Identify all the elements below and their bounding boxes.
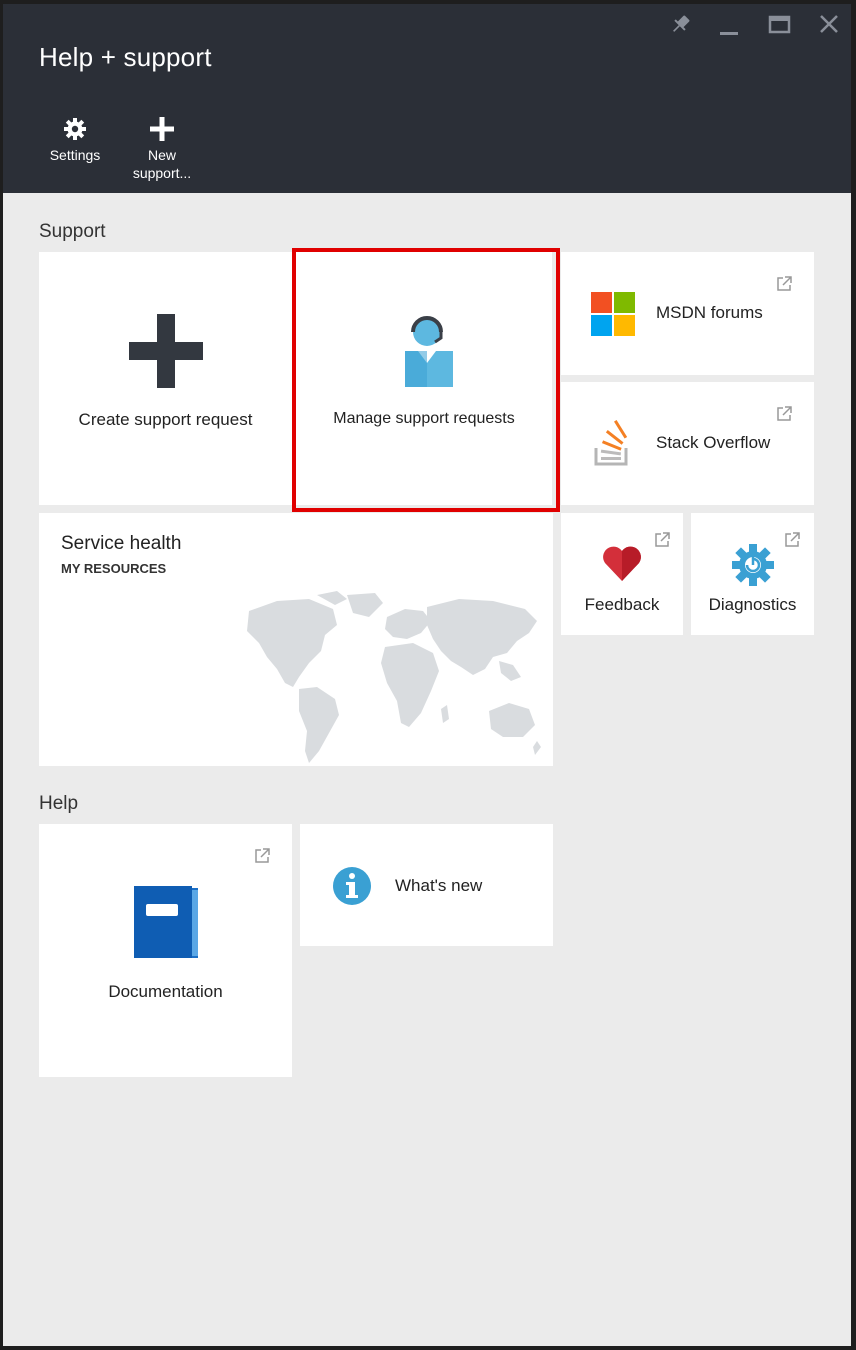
stack-overflow-icon bbox=[593, 419, 633, 471]
blade-header: Help + support Settings New support... bbox=[3, 4, 851, 193]
stack-overflow-tile[interactable]: Stack Overflow bbox=[561, 382, 814, 505]
help-support-blade: Help + support Settings New support... S… bbox=[3, 4, 851, 1346]
diagnostics-gear-icon bbox=[731, 543, 775, 592]
blade-title: Help + support bbox=[39, 42, 212, 72]
pin-icon[interactable] bbox=[665, 12, 695, 38]
external-link-icon bbox=[253, 847, 271, 865]
settings-label: Settings bbox=[49, 147, 101, 163]
documentation-label: Documentation bbox=[108, 982, 223, 1001]
external-link-icon bbox=[775, 275, 793, 293]
minimize-icon[interactable] bbox=[715, 12, 745, 38]
create-support-request-label: Create support request bbox=[78, 410, 253, 429]
whats-new-label: What's new bbox=[395, 876, 483, 895]
msdn-forums-tile[interactable]: MSDN forums bbox=[561, 252, 814, 375]
support-section-label: Support bbox=[39, 221, 106, 242]
plus-icon bbox=[149, 116, 175, 142]
close-icon[interactable] bbox=[815, 12, 845, 38]
new-support-request-button[interactable]: New support... bbox=[117, 116, 207, 182]
feedback-label: Feedback bbox=[584, 595, 660, 614]
info-icon bbox=[332, 866, 372, 911]
diagnostics-label: Diagnostics bbox=[708, 595, 797, 614]
settings-button[interactable]: Settings bbox=[30, 116, 120, 164]
whats-new-tile[interactable]: What's new bbox=[300, 824, 553, 946]
documentation-tile[interactable]: Documentation bbox=[39, 824, 292, 1077]
service-health-subtitle: MY RESOURCES bbox=[61, 561, 167, 576]
create-support-request-tile[interactable]: Create support request bbox=[39, 252, 292, 505]
maximize-icon[interactable] bbox=[765, 12, 795, 38]
new-support-label-line1: New bbox=[147, 147, 176, 163]
service-health-tile[interactable]: Service health MY RESOURCES bbox=[39, 513, 553, 766]
new-support-label-line2: support... bbox=[132, 165, 192, 181]
service-health-title: Service health bbox=[61, 533, 182, 554]
external-link-icon bbox=[653, 531, 671, 549]
highlight-box bbox=[292, 248, 560, 512]
microsoft-logo-icon bbox=[591, 292, 635, 341]
book-icon bbox=[132, 884, 200, 965]
diagnostics-tile[interactable]: Diagnostics bbox=[691, 513, 814, 635]
external-link-icon bbox=[775, 405, 793, 423]
help-section-label: Help bbox=[39, 793, 79, 814]
msdn-forums-label: MSDN forums bbox=[656, 303, 763, 322]
stack-overflow-label: Stack Overflow bbox=[656, 433, 771, 452]
gear-icon bbox=[62, 116, 88, 142]
plus-icon bbox=[129, 314, 203, 393]
external-link-icon bbox=[783, 531, 801, 549]
feedback-tile[interactable]: Feedback bbox=[561, 513, 683, 635]
world-map-icon bbox=[237, 591, 542, 771]
heart-icon bbox=[601, 545, 643, 588]
